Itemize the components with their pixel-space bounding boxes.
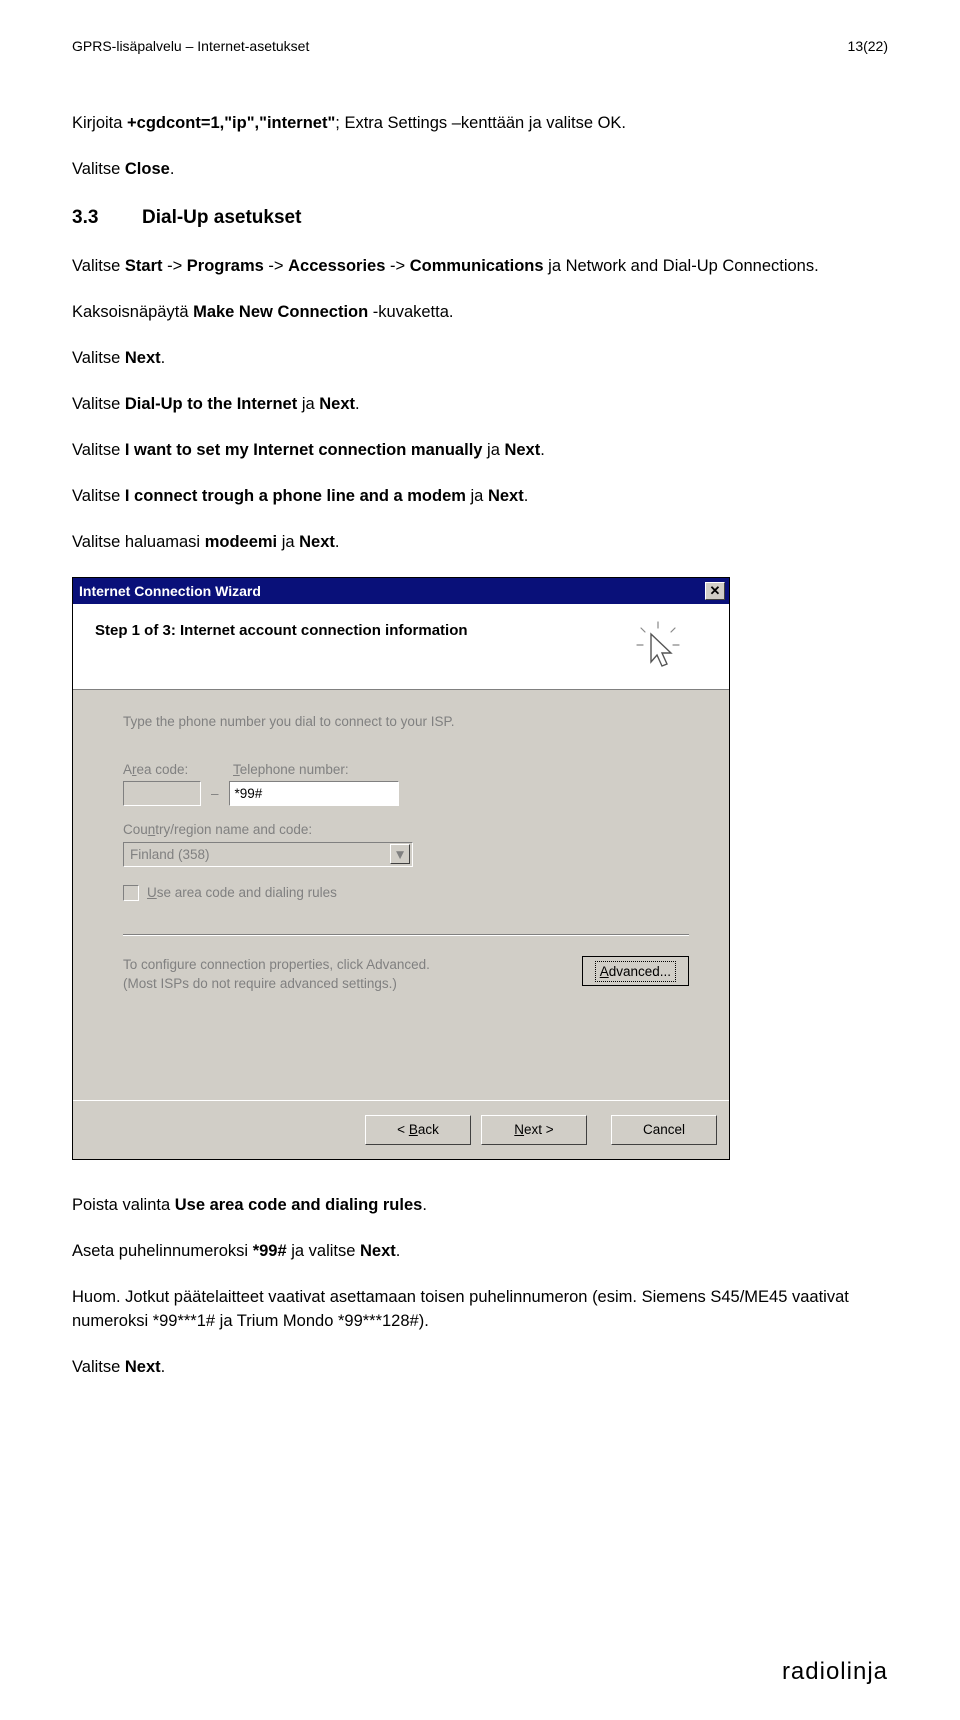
para-2: Valitse Close.: [72, 158, 888, 182]
back-button[interactable]: < Back: [365, 1115, 471, 1145]
country-value: Finland (358): [130, 845, 210, 865]
para-4: Kaksoisnäpäytä Make New Connection -kuva…: [72, 301, 888, 325]
doc-header-left: GPRS-lisäpalvelu – Internet-asetukset: [72, 38, 309, 54]
checkbox-icon: [123, 885, 139, 901]
para-1: Kirjoita +cgdcont=1,"ip","internet"; Ext…: [72, 112, 888, 136]
para-13: Valitse Next.: [72, 1356, 888, 1380]
advanced-button[interactable]: Advanced...: [582, 956, 689, 986]
para-5: Valitse Next.: [72, 347, 888, 371]
para-12: Huom. Jotkut päätelaitteet vaativat aset…: [72, 1286, 888, 1334]
country-select[interactable]: Finland (358) ▼: [123, 842, 413, 867]
heading-3-3: 3.3 Dial-Up asetukset: [72, 204, 888, 232]
footer-logo: radiolinja: [782, 1658, 888, 1686]
wizard-banner: Step 1 of 3: Internet account connection…: [73, 604, 729, 690]
chevron-down-icon: ▼: [390, 844, 410, 864]
para-8: Valitse I connect trough a phone line an…: [72, 485, 888, 509]
wizard-instruction: Type the phone number you dial to connec…: [123, 714, 454, 729]
para-3: Valitse Start -> Programs -> Accessories…: [72, 255, 888, 279]
para-9: Valitse haluamasi modeemi ja Next.: [72, 531, 888, 555]
telephone-input[interactable]: *99#: [229, 781, 399, 806]
cancel-button[interactable]: Cancel: [611, 1115, 717, 1145]
country-label: Country/region name and code:: [123, 820, 689, 840]
para-11: Aseta puhelinnumeroksi *99# ja valitse N…: [72, 1240, 888, 1264]
cursor-star-icon: [633, 620, 683, 670]
wizard-title: Internet Connection Wizard: [79, 581, 261, 601]
next-button[interactable]: Next >: [481, 1115, 587, 1145]
use-area-code-label: Use area code and dialing rules: [147, 883, 337, 903]
radiolinja-logo: radiolinja: [782, 1658, 888, 1686]
doc-header-right: 13(22): [848, 38, 888, 54]
wizard-body: Type the phone number you dial to connec…: [73, 690, 729, 1100]
para-6: Valitse Dial-Up to the Internet ja Next.: [72, 393, 888, 417]
wizard-dialog: Internet Connection Wizard ✕ Step 1 of 3…: [72, 577, 730, 1160]
advanced-note: To configure connection properties, clic…: [123, 956, 430, 992]
area-code-input[interactable]: [123, 781, 201, 806]
close-icon[interactable]: ✕: [705, 582, 725, 600]
area-code-label: Area code:: [123, 760, 215, 780]
divider: [123, 934, 689, 936]
telephone-label: Telephone number:: [233, 760, 349, 780]
doc-header: GPRS-lisäpalvelu – Internet-asetukset 13…: [72, 38, 888, 54]
wizard-step-title: Step 1 of 3: Internet account connection…: [95, 620, 468, 642]
para-10: Poista valinta Use area code and dialing…: [72, 1194, 888, 1218]
wizard-button-row: < Back Next > Cancel: [73, 1100, 729, 1159]
para-7: Valitse I want to set my Internet connec…: [72, 439, 888, 463]
use-area-code-checkbox[interactable]: Use area code and dialing rules: [123, 883, 689, 903]
wizard-titlebar[interactable]: Internet Connection Wizard ✕: [73, 578, 729, 604]
